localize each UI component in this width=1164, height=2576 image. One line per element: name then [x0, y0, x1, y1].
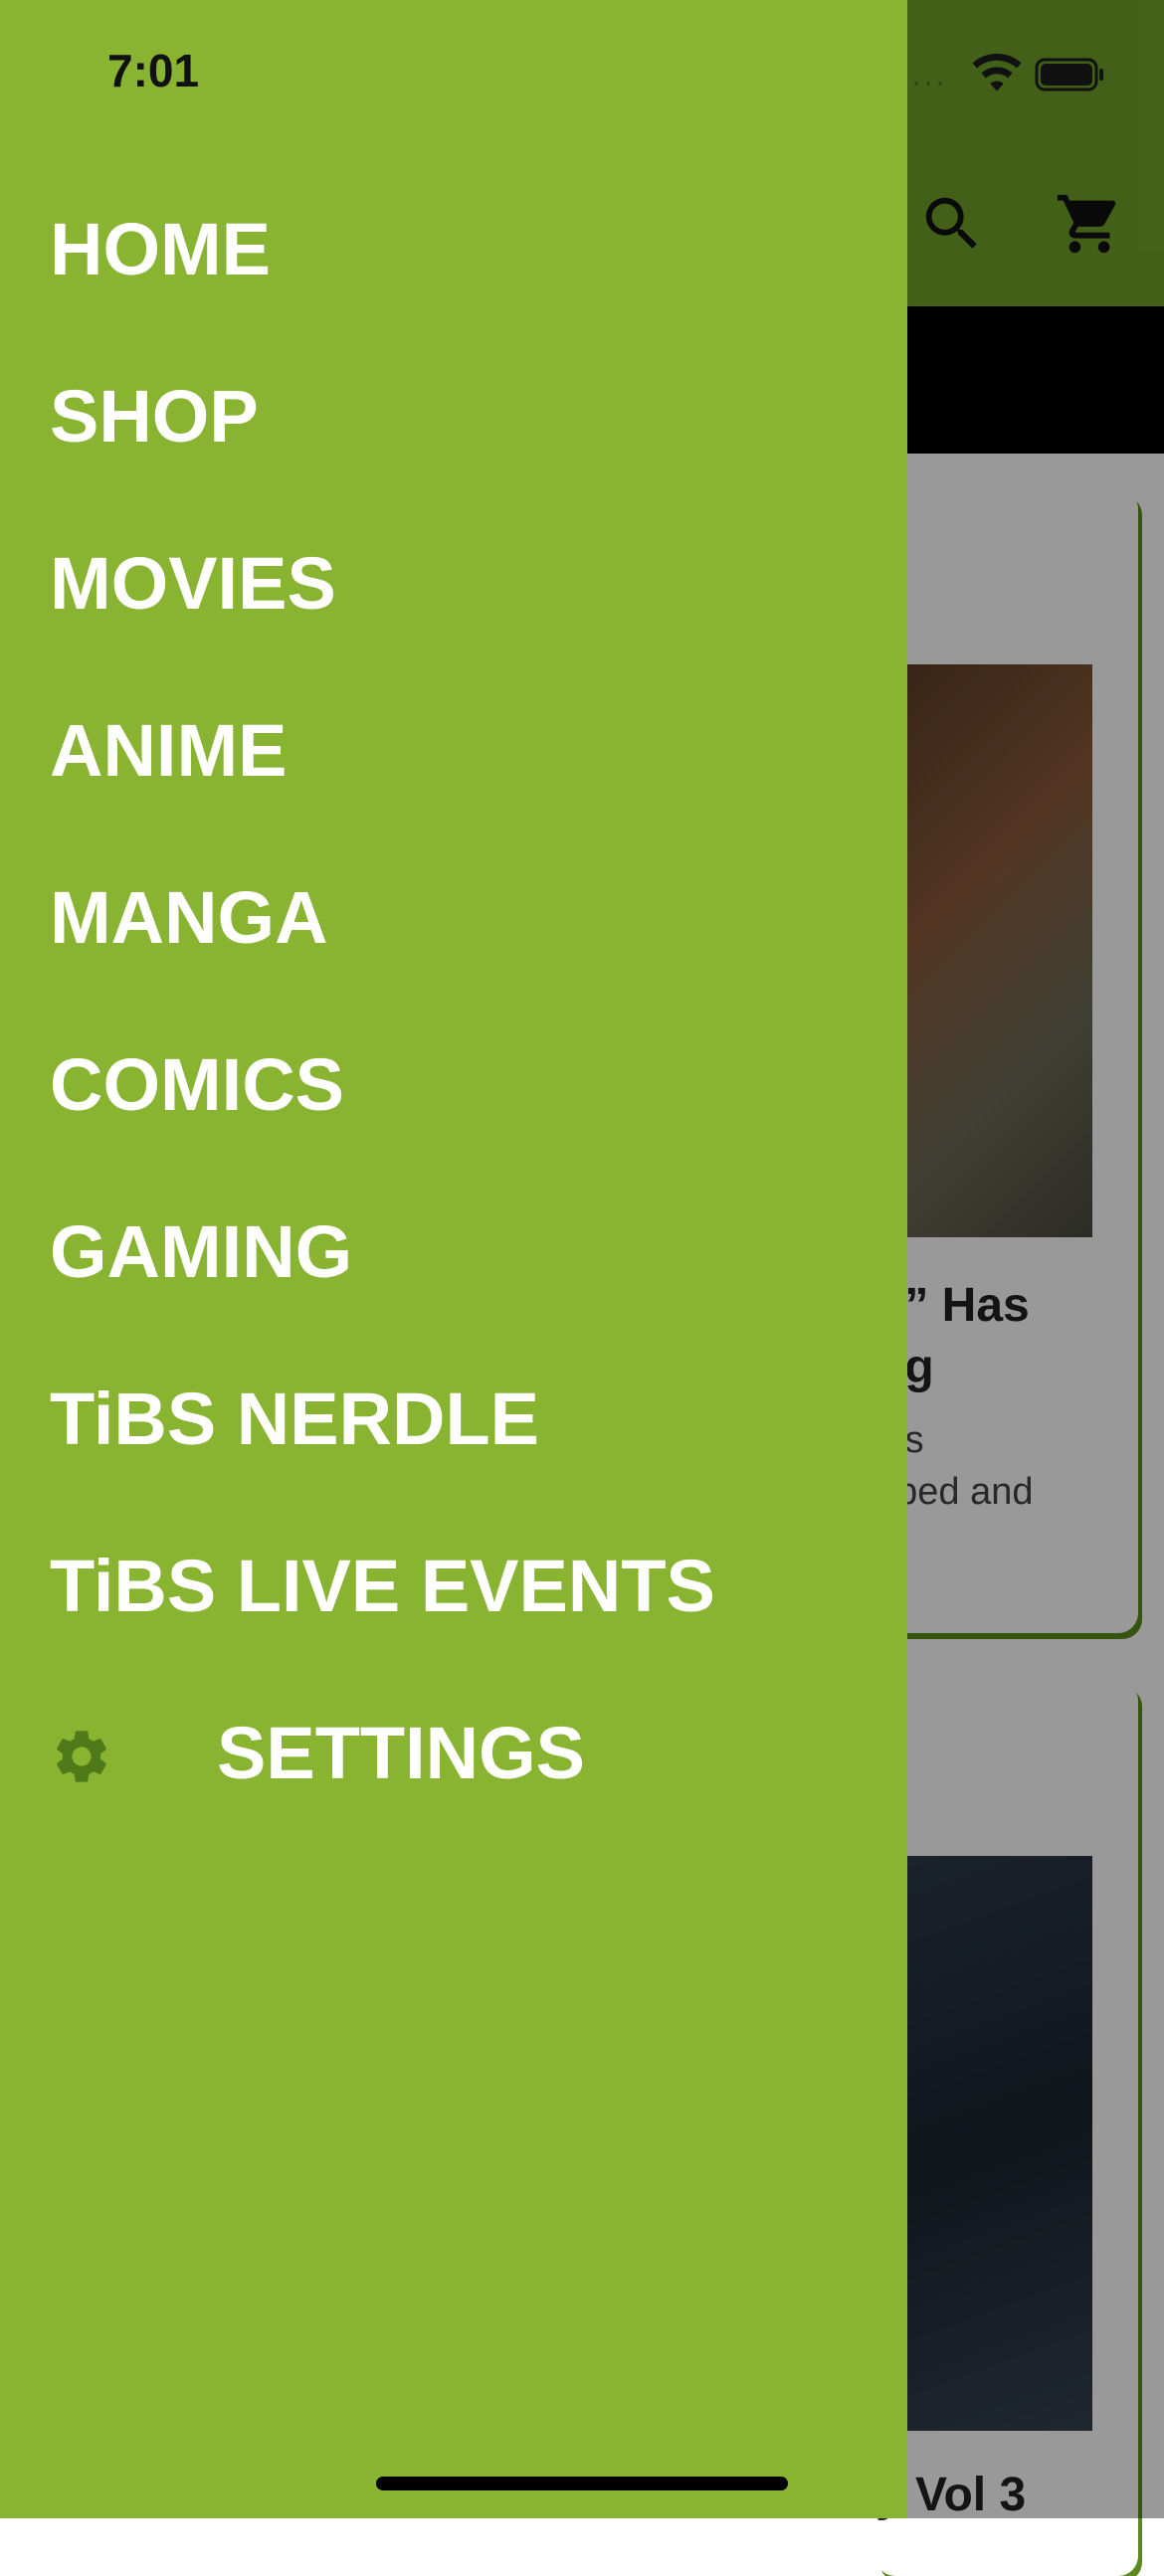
wifi-icon: [969, 53, 1025, 93]
menu-item-shop[interactable]: SHOP: [50, 362, 259, 471]
menu-item-comics[interactable]: COMICS: [50, 1030, 344, 1140]
menu-item-anime[interactable]: ANIME: [50, 696, 287, 806]
navigation-drawer: 7:01 HOME SHOP MOVIES ANIME MANGA COMICS…: [0, 0, 907, 2518]
menu-item-gaming[interactable]: GAMING: [50, 1197, 352, 1307]
menu-item-home[interactable]: HOME: [50, 195, 271, 304]
home-indicator[interactable]: [376, 2477, 788, 2490]
menu-item-manga[interactable]: MANGA: [50, 863, 328, 973]
gear-icon: [50, 1725, 113, 1788]
settings-label: SETTINGS: [217, 1712, 586, 1794]
status-indicators: ····: [899, 53, 1108, 97]
menu-item-tibs-live-events[interactable]: TiBS LIVE EVENTS: [50, 1532, 715, 1641]
menu-item-settings[interactable]: SETTINGS: [50, 1699, 846, 1808]
status-time: 7:01: [107, 45, 200, 96]
menu-item-tibs-nerdle[interactable]: TiBS NERDLE: [50, 1365, 539, 1474]
menu-item-movies[interactable]: MOVIES: [50, 529, 336, 639]
battery-icon: [1035, 58, 1106, 92]
